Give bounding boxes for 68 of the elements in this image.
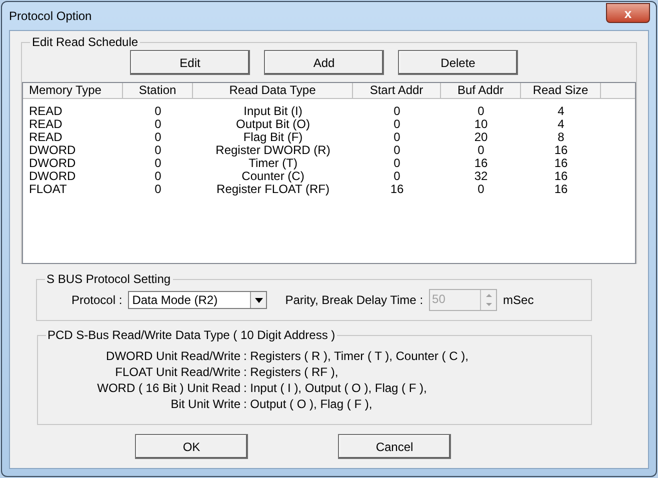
table-cell: 0: [154, 117, 162, 131]
info-label: WORD ( 16 Bit ) Unit Read: [97, 381, 240, 395]
table-cell: READ: [29, 117, 62, 131]
group-title: PCD S-Bus Read/Write Data Type ( 10 Digit Address ): [46, 327, 338, 343]
column-header: Memory Type: [23, 83, 123, 99]
table-cell: 0: [394, 169, 400, 183]
table-cell: FLOAT: [29, 182, 67, 196]
column-header: Read Size: [521, 83, 601, 99]
unit-label: mSec: [503, 292, 534, 309]
info-label: DWORD Unit Read/Write: [106, 349, 240, 363]
info-value: : Input ( I ), Output ( O ), Flag ( F ),: [244, 380, 427, 396]
table-cell: DWORD: [29, 156, 76, 170]
table-cell: 0: [394, 156, 400, 170]
table-cell: Counter (C): [242, 169, 304, 183]
table-cell: 0: [394, 117, 400, 131]
info-value: : Output ( O ), Flag ( F ),: [244, 396, 372, 412]
column-header: Station: [123, 83, 193, 99]
dialog-button[interactable]: Add: [264, 50, 384, 75]
table-cell: 4: [558, 117, 564, 131]
group-title: S BUS Protocol Setting: [44, 271, 173, 287]
protocol-dropdown[interactable]: Data Mode (R2): [128, 291, 268, 309]
table-cell: 0: [478, 104, 484, 118]
table-cell: 16: [390, 182, 404, 196]
info-value: : Registers ( RF ),: [244, 364, 338, 380]
table-cell: Register FLOAT (RF): [216, 182, 330, 196]
table-cell: 16: [554, 156, 568, 170]
table-cell: 16: [554, 182, 568, 196]
table-cell: READ: [29, 130, 62, 144]
column-header: Buf Addr: [441, 83, 521, 99]
column-header: Read Data Type: [193, 83, 353, 99]
table-cell: 0: [154, 182, 162, 196]
table-cell: 0: [394, 143, 400, 157]
table-cell: READ: [29, 104, 62, 118]
table-cell: 16: [554, 143, 568, 157]
table-cell: 0: [154, 169, 162, 183]
table-cell: 0: [154, 156, 162, 170]
protocol-label: Protocol :: [72, 292, 122, 309]
info-label: Bit Unit Write: [170, 397, 240, 411]
dialog-button[interactable]: Edit: [130, 50, 250, 75]
table-cell: 16: [554, 169, 568, 183]
table-cell: DWORD: [29, 143, 76, 157]
table-cell: 0: [394, 130, 400, 144]
table-cell: 0: [154, 143, 162, 157]
table-cell: 16: [474, 156, 488, 170]
info-value: : Registers ( R ), Timer ( T ), Counter ( C ),: [244, 348, 468, 364]
table-cell: 10: [474, 117, 488, 131]
info-label: FLOAT Unit Read/Write: [115, 365, 240, 379]
column-header: Start Addr: [353, 83, 441, 99]
table-cell: 32: [474, 169, 488, 183]
table-cell: 0: [154, 104, 162, 118]
table-cell: 20: [474, 130, 488, 144]
window-title: Protocol Option: [9, 8, 92, 25]
dialog-button[interactable]: Delete: [398, 50, 518, 75]
table-cell: 8: [558, 130, 564, 144]
table-cell: 0: [478, 182, 484, 196]
table-cell: Input Bit (I): [244, 104, 302, 118]
table-cell: Output Bit (O): [236, 117, 310, 131]
table-cell: 0: [154, 130, 162, 144]
table-cell: Register DWORD (R): [216, 143, 330, 157]
dialog-button[interactable]: Cancel: [338, 434, 451, 459]
table-cell: 0: [478, 143, 484, 157]
dialog-button[interactable]: OK: [135, 434, 248, 459]
table-cell: 0: [394, 104, 400, 118]
table-cell: DWORD: [29, 169, 76, 183]
table-cell: Timer (T): [248, 156, 298, 170]
table-cell: 4: [558, 104, 564, 118]
table-cell: Flag Bit (F): [243, 130, 303, 144]
delay-label: Parity, Break Delay Time :: [285, 292, 424, 309]
